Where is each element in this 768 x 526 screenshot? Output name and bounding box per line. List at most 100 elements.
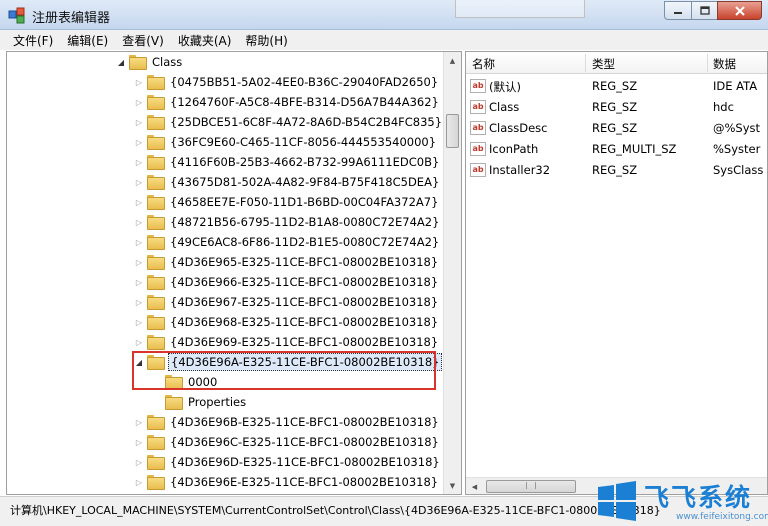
tree-item[interactable]: ▷ {4D36E966-E325-11CE-BFC1-08002BE10318} [133, 272, 440, 292]
string-value-icon: ab [470, 163, 486, 177]
registry-tree-pane[interactable]: ◢ Class ▷ {0475BB51-5A02-4EE0-B36C-29040F… [6, 51, 462, 495]
value-row[interactable]: ab Class REG_SZ hdc [466, 97, 767, 118]
tree-item[interactable]: ▷ {4D36E96E-E325-11CE-BFC1-08002BE10318} [133, 472, 440, 492]
value-data: hdc [713, 100, 734, 114]
folder-open-icon [129, 55, 147, 70]
folder-icon [147, 415, 165, 430]
tree-item[interactable]: ▷ {4D36E969-E325-11CE-BFC1-08002BE10318} [133, 332, 440, 352]
tree-item[interactable]: ▷ {4D36E965-E325-11CE-BFC1-08002BE10318} [133, 252, 440, 272]
watermark: 飞飞系统 www.feifeixitong.com [596, 474, 768, 526]
maximize-button[interactable] [691, 1, 717, 20]
tree-item[interactable]: ▷ {0475BB51-5A02-4EE0-B36C-29040FAD2650} [133, 72, 440, 92]
value-type: REG_SZ [592, 121, 638, 135]
close-icon [734, 5, 745, 16]
regedit-icon [8, 7, 25, 24]
value-data: @%Syst [713, 121, 761, 135]
folder-icon [147, 155, 165, 170]
expand-arrow-icon[interactable]: ▷ [133, 96, 145, 108]
watermark-title: 飞飞系统 [644, 483, 753, 512]
column-header-name[interactable]: 名称 [472, 56, 495, 72]
scroll-up-arrow-icon[interactable]: ▲ [444, 52, 461, 69]
scroll-down-arrow-icon[interactable]: ▼ [444, 477, 461, 494]
menu-edit[interactable]: 编辑(E) [60, 32, 115, 49]
list-header: 名称 类型 数据 [466, 52, 767, 74]
minimize-icon [674, 11, 682, 14]
tree-item[interactable]: ▷ {4D36E96D-E325-11CE-BFC1-08002BE10318} [133, 452, 442, 472]
watermark-url: www.feifeixitong.com [676, 512, 768, 522]
string-value-icon: ab [470, 142, 486, 156]
expand-arrow-icon[interactable]: ▷ [133, 416, 145, 428]
column-header-type[interactable]: 类型 [592, 56, 615, 72]
value-name: (默认) [489, 80, 521, 94]
tree-item[interactable]: ▷ {1264760F-A5C8-4BFE-B314-D56A7B44A362} [133, 92, 441, 112]
expand-arrow-icon[interactable]: ▷ [133, 276, 145, 288]
value-row[interactable]: ab Installer32 REG_SZ SysClass [466, 160, 767, 181]
value-type: REG_SZ [592, 163, 638, 177]
folder-icon [147, 255, 165, 270]
tree-item[interactable]: ▷ {4116F60B-25B3-4662-B732-99A6111EDC0B} [133, 152, 441, 172]
menu-file[interactable]: 文件(F) [6, 32, 60, 49]
value-data: %Syster [713, 142, 761, 156]
tree-item[interactable]: ▷ {48721B56-6795-11D2-B1A8-0080C72E74A2} [133, 212, 441, 232]
expand-arrow-icon[interactable]: ▷ [133, 76, 145, 88]
expand-arrow-icon[interactable]: ▷ [133, 436, 145, 448]
tree-item-label: {43675D81-502A-4A82-9F84-B75F418C5DEA} [170, 175, 440, 189]
tree-vertical-scrollbar[interactable]: ▲ ▼ [443, 52, 461, 494]
expand-arrow-icon[interactable]: ▷ [133, 176, 145, 188]
menu-bar: 文件(F) 编辑(E) 查看(V) 收藏夹(A) 帮助(H) [0, 30, 768, 50]
tree-item[interactable]: ▷ {36FC9E60-C465-11CF-8056-444553540000} [133, 132, 438, 152]
folder-icon [147, 295, 165, 310]
tree-item[interactable]: ▷ {4D36E967-E325-11CE-BFC1-08002BE10318} [133, 292, 440, 312]
expand-arrow-icon[interactable]: ▷ [133, 476, 145, 488]
expand-arrow-icon[interactable]: ▷ [133, 296, 145, 308]
expand-arrow-icon[interactable]: ▷ [133, 116, 145, 128]
value-row[interactable]: ab ClassDesc REG_SZ @%Syst [466, 118, 767, 139]
folder-icon [147, 135, 165, 150]
tree-item[interactable]: ▷ {25DBCE51-6C8F-4A72-8A6D-B54C2B4FC835} [133, 112, 444, 132]
tree-item[interactable]: ▷ {43675D81-502A-4A82-9F84-B75F418C5DEA} [133, 172, 441, 192]
value-name: Installer32 [489, 163, 551, 177]
column-header-data[interactable]: 数据 [713, 56, 736, 72]
column-divider[interactable] [585, 54, 586, 72]
folder-icon [147, 115, 165, 130]
menu-help[interactable]: 帮助(H) [238, 32, 294, 49]
tree-item[interactable]: ▷ {4D36E96C-E325-11CE-BFC1-08002BE10318} [133, 432, 441, 452]
expand-arrow-icon[interactable]: ▷ [133, 156, 145, 168]
tree-item-class[interactable]: ◢ Class [115, 52, 184, 72]
value-row[interactable]: ab (默认) REG_SZ IDE ATA [466, 76, 767, 97]
folder-icon [147, 475, 165, 490]
value-data: SysClass [713, 163, 764, 177]
window-title: 注册表编辑器 [32, 11, 111, 26]
tree-item[interactable]: ▷ {49CE6AC8-6F86-11D2-B1E5-0080C72E74A2} [133, 232, 441, 252]
folder-icon [147, 215, 165, 230]
value-name: Class [489, 100, 520, 114]
expand-arrow-icon[interactable]: ▷ [133, 216, 145, 228]
tree-item[interactable]: ▷ {4658EE7E-F050-11D1-B6BD-00C04FA372A7} [133, 192, 440, 212]
expand-arrow-icon[interactable]: ▷ [133, 336, 145, 348]
expand-arrow-icon[interactable]: ▷ [133, 136, 145, 148]
string-value-icon: ab [470, 100, 486, 114]
tree-item-properties[interactable]: Properties [165, 392, 248, 412]
highlight-annotation-box [132, 351, 436, 390]
tree-item[interactable]: ▷ {4D36E96B-E325-11CE-BFC1-08002BE10318} [133, 412, 441, 432]
scroll-left-arrow-icon[interactable]: ◀ [466, 478, 483, 494]
value-row[interactable]: ab IconPath REG_MULTI_SZ %Syster [466, 139, 767, 160]
expand-arrow-icon[interactable]: ▷ [133, 456, 145, 468]
tree-item[interactable]: ▷ {4D36E968-E325-11CE-BFC1-08002BE10318} [133, 312, 440, 332]
expand-arrow-icon[interactable]: ▷ [133, 316, 145, 328]
close-button[interactable] [717, 1, 762, 20]
scroll-thumb[interactable] [446, 114, 459, 148]
expand-arrow-icon[interactable]: ▷ [133, 196, 145, 208]
string-value-icon: ab [470, 121, 486, 135]
expand-arrow-icon[interactable]: ▷ [133, 236, 145, 248]
menu-favorites[interactable]: 收藏夹(A) [171, 32, 239, 49]
collapse-arrow-icon[interactable]: ◢ [115, 56, 127, 68]
values-list-pane[interactable]: 名称 类型 数据 ab (默认) REG_SZ IDE ATA ab Class… [465, 51, 768, 495]
expand-arrow-icon[interactable]: ▷ [133, 256, 145, 268]
column-divider[interactable] [707, 54, 708, 72]
minimize-button[interactable] [664, 1, 691, 20]
menu-view[interactable]: 查看(V) [115, 32, 171, 49]
tree-item-label: {4D36E96E-E325-11CE-BFC1-08002BE10318} [170, 475, 439, 489]
tree-item-label: Class [152, 55, 183, 69]
value-name: IconPath [489, 142, 539, 156]
